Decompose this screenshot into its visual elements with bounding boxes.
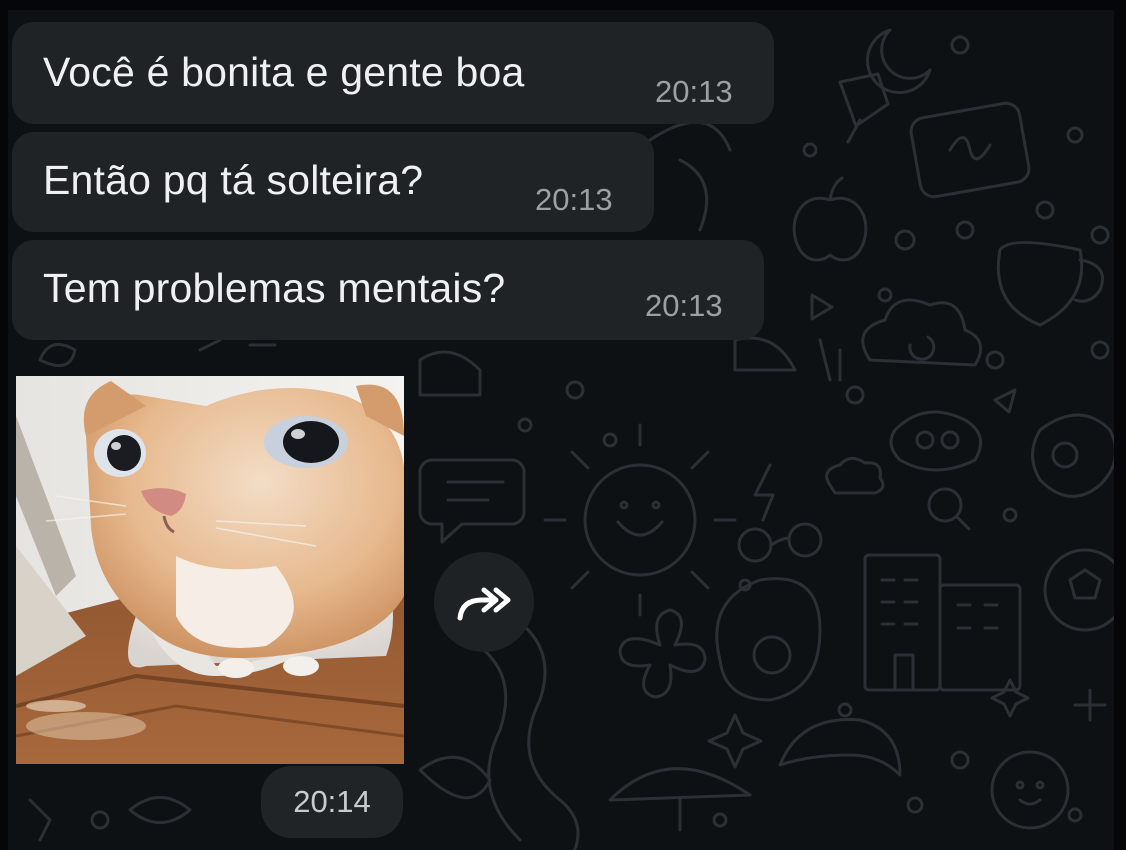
buildings-doodle (863, 553, 1022, 692)
pin-doodle (838, 72, 890, 144)
message-text: Tem problemas mentais? (43, 265, 506, 311)
message-text: Você é bonita e gente boa (43, 49, 525, 95)
chat-view[interactable]: Você é bonita e gente boa 20:13 Então pq… (0, 0, 1126, 850)
cup-doodle (996, 241, 1104, 327)
glasses-doodle (737, 527, 773, 563)
croissant-doodle (778, 718, 902, 777)
message-timestamp: 20:13 (645, 288, 723, 323)
message-text: Então pq tá solteira? (43, 157, 424, 203)
mask-doodle (889, 410, 983, 472)
incoming-message-bubble[interactable]: Você é bonita e gente boa 20:13 (12, 22, 774, 124)
apple-doodle (792, 176, 868, 262)
message-timestamp: 20:13 (655, 74, 733, 109)
cloud-doodle (861, 298, 983, 367)
sun-doodle (543, 423, 737, 617)
frame-left-edge (0, 0, 8, 850)
message-timestamp: 20:13 (535, 182, 613, 217)
moon-doodle (865, 28, 932, 95)
sticker-cat-image[interactable] (16, 376, 404, 764)
lightning-doodle (753, 463, 775, 522)
egg-doodle (715, 577, 822, 702)
flower-doodle (618, 608, 707, 699)
turtle-doodle (1031, 413, 1118, 498)
ball-doodle (1043, 548, 1126, 632)
incoming-message-bubble[interactable]: Então pq tá solteira? 20:13 (12, 132, 654, 232)
media-timestamp: 20:14 (261, 766, 403, 838)
flower-face-doodle (990, 750, 1070, 830)
frame-top-edge (0, 0, 1126, 10)
frame-right-edge (1114, 0, 1126, 850)
forward-button[interactable] (434, 552, 534, 652)
double-forward-arrow-icon (457, 587, 511, 621)
incoming-message-bubble[interactable]: Tem problemas mentais? 20:13 (12, 240, 764, 340)
umbrella-doodle (608, 767, 752, 832)
road-doodle (498, 608, 580, 850)
